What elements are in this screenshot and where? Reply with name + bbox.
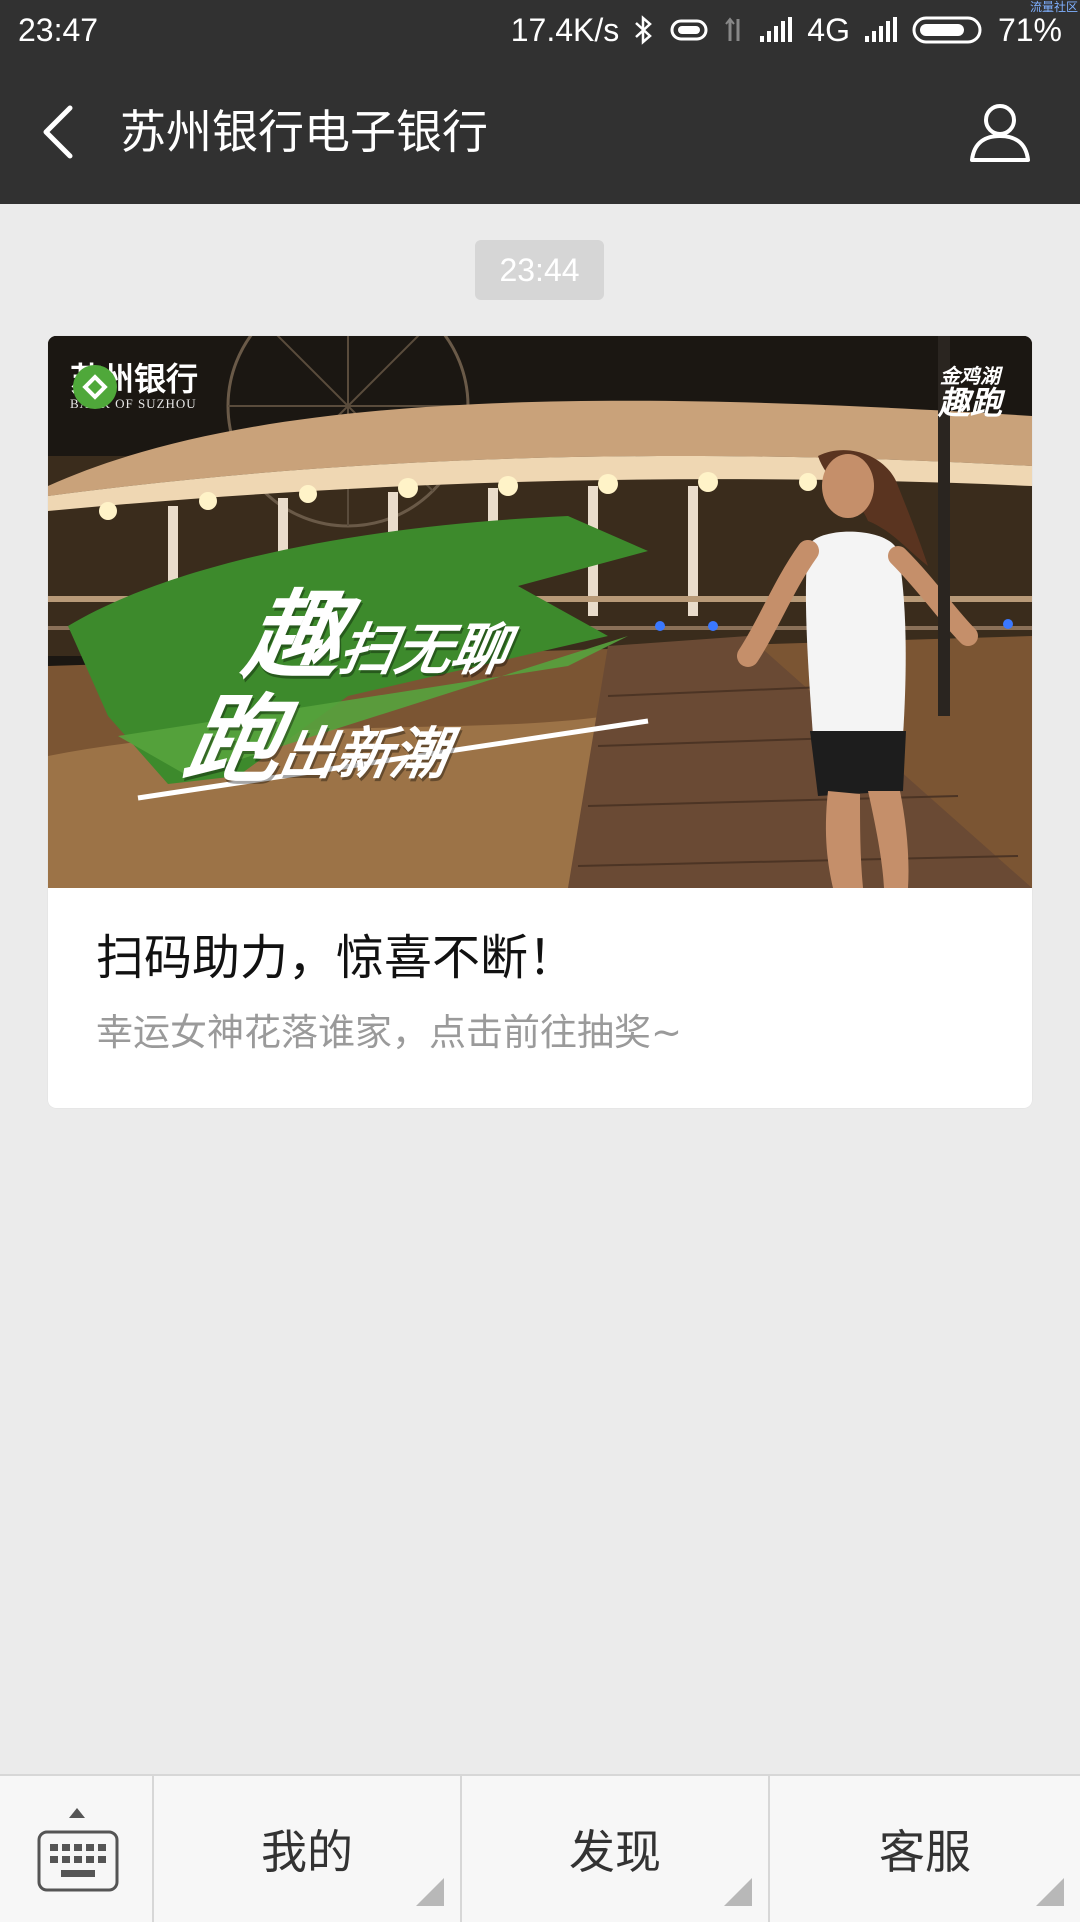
message-timestamp: 23:44 [475, 240, 604, 300]
event-badge: 金鸡湖 趣跑 [938, 366, 1002, 421]
menu-item-mine-label: 我的 [261, 1825, 353, 1879]
menu-item-service[interactable]: 客服 [770, 1776, 1080, 1922]
network-speed: 17.4K/s [510, 11, 620, 48]
caret-up-icon [69, 1808, 85, 1818]
article-card[interactable]: 苏州银行 BANK OF SUZHOU 金鸡湖 趣跑 趣扫无聊 跑出新潮 扫码助… [48, 336, 1032, 1108]
data-arrows-icon [725, 17, 740, 41]
battery-level: 71% [997, 11, 1062, 48]
profile-button[interactable] [968, 100, 1032, 164]
menu-item-mine[interactable]: 我的 [154, 1776, 462, 1922]
article-title[interactable]: 扫码助力，惊喜不断！ [96, 926, 576, 990]
menu-item-discover-label: 发现 [569, 1825, 661, 1879]
event-badge-line2: 趣跑 [937, 384, 1002, 422]
article-description[interactable]: 幸运女神花落谁家，点击前往抽奖~ [96, 1008, 682, 1058]
menu-item-service-label: 客服 [879, 1825, 971, 1879]
page-title: 苏州银行电子银行 [120, 105, 488, 159]
article-banner[interactable]: 苏州银行 BANK OF SUZHOU 金鸡湖 趣跑 趣扫无聊 跑出新潮 [48, 336, 1032, 888]
bank-logo: 苏州银行 BANK OF SUZHOU [70, 362, 198, 412]
bottom-menu-bar: 我的 发现 客服 [0, 1774, 1080, 1922]
status-right-group: 17.4K/s 4G 71% [511, 0, 1062, 60]
menu-item-discover[interactable]: 发现 [462, 1776, 770, 1922]
banner-illustration [48, 336, 1032, 888]
back-button[interactable] [30, 96, 86, 168]
keyboard-icon [37, 1830, 119, 1892]
keyboard-toggle-button[interactable] [0, 1776, 154, 1922]
slogan-line-2: 跑出新潮 [176, 662, 465, 801]
person-icon [970, 104, 1030, 162]
battery-icon [912, 16, 982, 44]
bluetooth-icon [635, 15, 653, 45]
submenu-indicator-icon [416, 1878, 444, 1906]
status-bar: 23:47 流量社区 17.4K/s 4G 71% [0, 0, 1080, 60]
submenu-indicator-icon [724, 1878, 752, 1906]
title-bar: 苏州银行电子银行 [0, 60, 1080, 204]
signal-icon-2 [864, 17, 897, 42]
chevron-left-icon [43, 105, 73, 159]
bank-logo-icon [73, 365, 117, 409]
status-time: 23:47 [18, 12, 99, 48]
signal-icon [760, 17, 793, 42]
slogan-line-2-small: 出新潮 [274, 722, 454, 787]
submenu-indicator-icon [1036, 1878, 1064, 1906]
vibrate-icon [670, 19, 708, 41]
network-type: 4G [807, 11, 850, 48]
